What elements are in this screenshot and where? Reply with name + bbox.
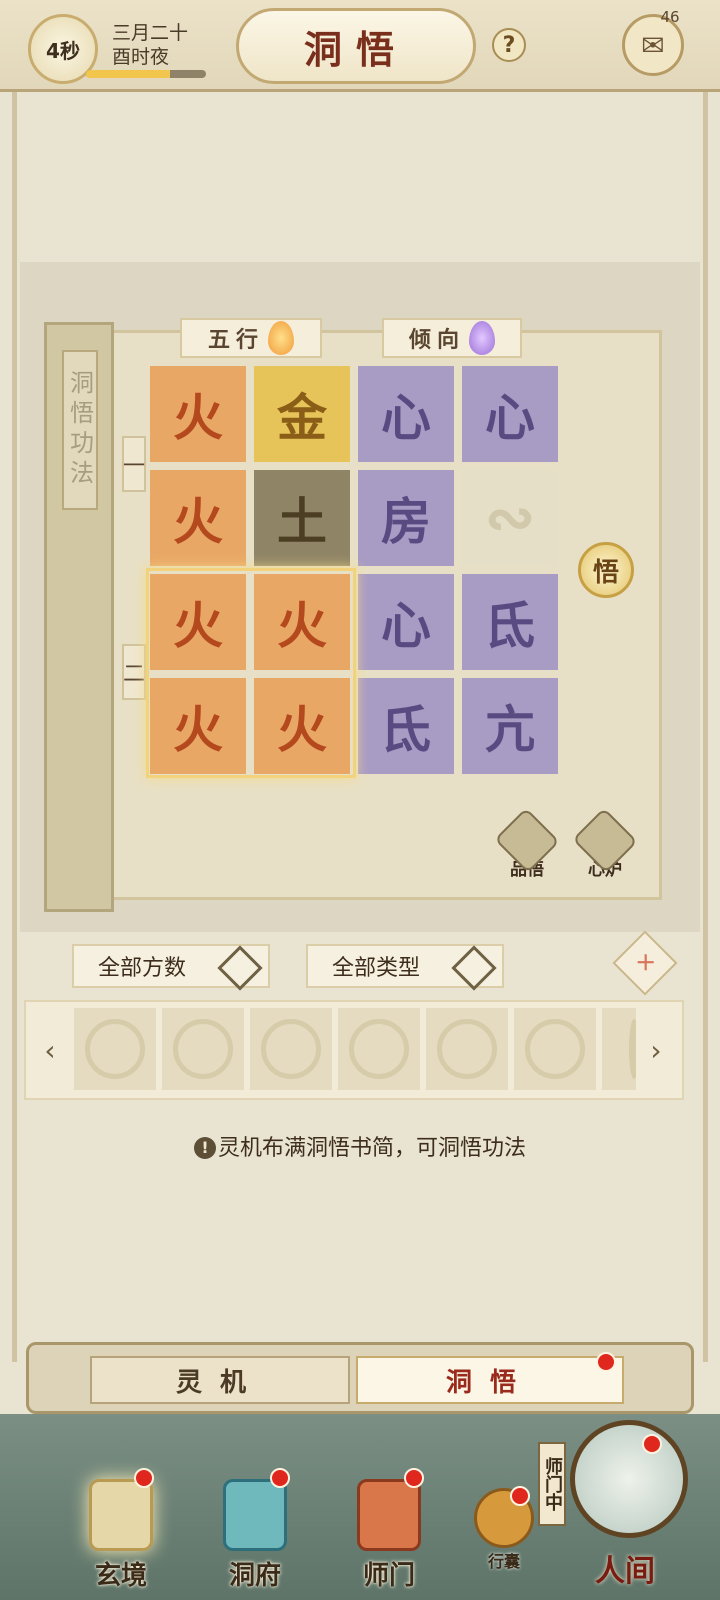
time-period-text: 酉时夜 [112,46,170,68]
slip-slot[interactable] [250,1008,332,1090]
quantity-filter-dropdown[interactable]: 全部方数 [72,944,270,991]
notification-dot [134,1468,154,1488]
quantity-filter-label: 全部方数 [98,956,187,981]
tile-kang[interactable]: 亢 [462,678,558,774]
slip-slot[interactable] [162,1008,244,1090]
tab-dongwu[interactable]: 洞悟 [356,1356,624,1404]
type-filter-label: 全部类型 [332,956,421,981]
nav-item-shimen[interactable]: 师门 [334,1462,444,1592]
slip-slot[interactable] [514,1008,596,1090]
fire-flame-icon [268,321,294,355]
nav-label-xuanjing: 玄境 [94,1561,147,1591]
slip-slot[interactable] [74,1008,156,1090]
nav-label-dongfu: 洞府 [228,1561,281,1591]
tile-metal[interactable]: 金 [254,366,350,462]
row-label-two: 二 [122,644,146,700]
column-header-tendency-label: 倾向 [408,328,465,353]
type-filter-dropdown[interactable]: 全部类型 [306,944,504,991]
tile-earth[interactable]: 土 [254,470,350,566]
notification-dot [404,1468,424,1488]
scroll-icon [89,1479,153,1551]
tile-di[interactable]: 氐 [462,574,558,670]
date-text: 三月二十 [112,22,189,44]
tile-fire[interactable]: 火 [150,470,246,566]
tile-fire[interactable]: 火 [150,366,246,462]
notification-dot [596,1352,616,1372]
tab-lingji[interactable]: 灵机 [90,1356,350,1404]
nav-item-dongfu[interactable]: 洞府 [200,1462,310,1592]
chevron-down-icon [217,945,263,991]
book-spine-title: 洞悟功法 [62,350,98,510]
column-header-wuxing-label: 五行 [207,328,264,353]
purple-flame-icon [469,321,495,355]
sect-status-tag: 师门中 [538,1442,566,1526]
chevron-down-icon [451,945,497,991]
lantern-icon [223,1479,287,1551]
banner-icon [357,1479,421,1551]
tile-xin[interactable]: 心 [462,366,558,462]
column-header-wuxing: 五行 [180,318,322,358]
time-progress-fill [86,70,170,78]
page-title: 洞悟 [303,26,408,72]
notification-dot [510,1486,530,1506]
tile-xin[interactable]: 心 [358,574,454,670]
scroll-icon [494,807,560,874]
hint-message: 灵机布满洞悟书简，可洞悟功法 [217,1136,526,1161]
nav-item-xuanjing[interactable]: 玄境 [66,1462,176,1592]
mountain-world-icon[interactable] [570,1420,688,1538]
page-title-plate: 洞悟 [236,8,476,84]
time-progress-bar [86,70,206,78]
tile-fang[interactable]: 房 [358,470,454,566]
chevron-left-icon[interactable]: ‹ [40,1030,60,1070]
empty-slot-cloud-icon[interactable]: ∾ [462,470,558,566]
furnace-flame-icon [572,807,638,874]
selected-group-highlight [146,568,356,778]
comprehend-button[interactable]: 悟 [578,542,634,598]
slip-slot[interactable] [426,1008,508,1090]
slip-slot[interactable] [602,1008,636,1090]
notification-dot [270,1468,290,1488]
heart-furnace-button[interactable]: 心炉 [572,807,638,880]
row-label-one: 一 [122,436,146,492]
nav-label-renjian[interactable]: 人间 [566,1546,684,1590]
chevron-right-icon[interactable]: › [646,1030,666,1070]
notification-dot [642,1434,662,1454]
chat-count-badge: 46 [660,8,680,26]
pinwu-button[interactable]: 品悟 [494,807,560,880]
tile-xin[interactable]: 心 [358,366,454,462]
bag-label: 行囊 [487,1552,520,1571]
tile-di[interactable]: 氐 [358,678,454,774]
exclamation-icon: ! [193,1137,216,1159]
decorative-calligraphy-notes [604,370,646,520]
column-header-tendency: 倾向 [382,318,522,358]
slip-slot[interactable] [338,1008,420,1090]
hint-text: ! 灵机布满洞悟书简，可洞悟功法 [0,1130,720,1162]
help-icon[interactable]: ? [492,28,526,62]
nav-label-shimen: 师门 [362,1561,415,1591]
